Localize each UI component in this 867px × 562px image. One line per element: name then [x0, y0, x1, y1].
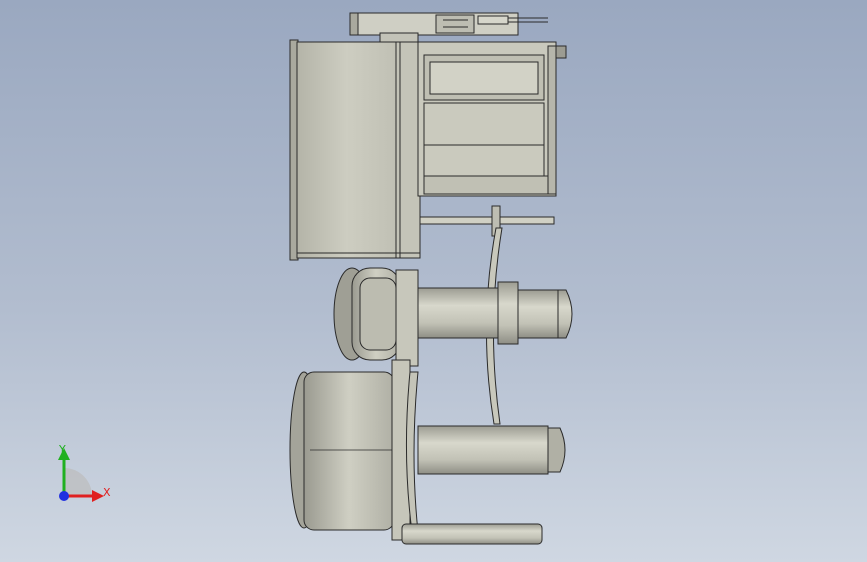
middle-motor[interactable]	[333, 267, 573, 367]
lower-spindle[interactable]	[417, 425, 566, 475]
upper-housing[interactable]	[289, 39, 421, 261]
lower-drum[interactable]	[289, 359, 419, 541]
graphics-viewport[interactable]: Y X	[0, 0, 867, 562]
coordinate-triad	[58, 448, 104, 502]
x-axis-label: X	[103, 486, 111, 499]
y-axis-label: Y	[59, 443, 66, 456]
top-sensor-bracket[interactable]	[349, 12, 548, 44]
cad-model-assembly[interactable]	[0, 0, 867, 562]
z-axis-dot	[59, 491, 69, 501]
guide-shaft[interactable]	[419, 205, 555, 237]
bottom-bar[interactable]	[401, 523, 543, 545]
side-frame[interactable]	[417, 41, 567, 197]
